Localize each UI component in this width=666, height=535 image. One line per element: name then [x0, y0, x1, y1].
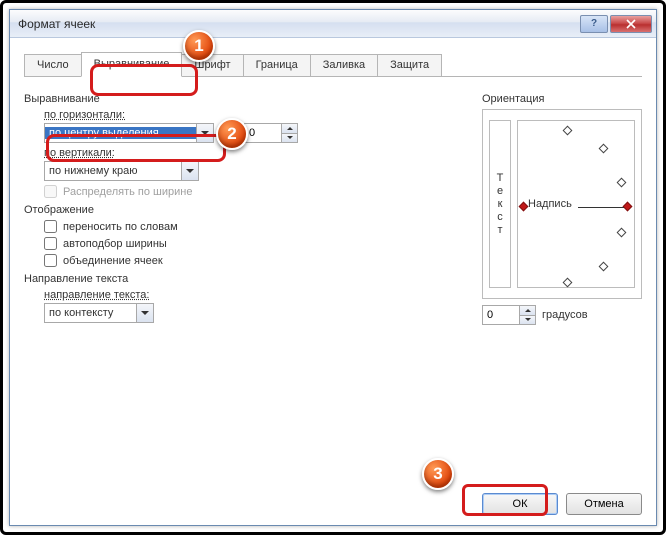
vertical-text-button[interactable]: Текст [489, 120, 511, 288]
vertical-label: по вертикали: [44, 147, 462, 159]
alignment-section-title: Выравнивание [24, 93, 462, 105]
shrink-fit-check[interactable]: автоподбор ширины [44, 237, 462, 250]
horizontal-label: по горизонтали: [44, 109, 462, 121]
close-button[interactable] [610, 15, 652, 33]
cancel-button[interactable]: Отмена [566, 493, 642, 515]
tab-protection[interactable]: Защита [377, 54, 442, 76]
spin-down-icon[interactable] [282, 134, 297, 143]
orientation-label: Надпись [528, 198, 572, 210]
callout-1: 1 [183, 30, 215, 62]
text-direction-combo[interactable]: по контексту [44, 303, 154, 323]
titlebar[interactable]: Формат ячеек ? [10, 10, 656, 38]
degrees-label: градусов [542, 309, 588, 321]
chevron-down-icon[interactable] [181, 162, 198, 180]
orientation-section-title: Ориентация [482, 93, 642, 105]
help-button[interactable]: ? [580, 15, 608, 33]
degrees-input[interactable] [483, 306, 519, 324]
format-cells-dialog: Формат ячеек ? Число Выравнивание Шрифт … [9, 9, 657, 526]
tab-alignment[interactable]: Выравнивание [81, 52, 183, 77]
merge-cells-check[interactable]: объединение ячеек [44, 254, 462, 267]
vertical-align-combo[interactable]: по нижнему краю [44, 161, 199, 181]
orientation-dial[interactable]: Надпись [517, 120, 635, 288]
chevron-down-icon[interactable] [196, 124, 213, 142]
textdir-section-title: Направление текста [24, 273, 462, 285]
spin-up-icon[interactable] [520, 306, 535, 316]
degrees-spinner[interactable] [482, 305, 536, 325]
wrap-text-check[interactable]: переносить по словам [44, 220, 462, 233]
horizontal-align-combo[interactable]: по центру выделения [44, 123, 214, 143]
indent-spinner[interactable] [244, 123, 298, 143]
spin-down-icon[interactable] [520, 316, 535, 325]
dialog-footer: ОК Отмена [10, 483, 656, 525]
spin-up-icon[interactable] [282, 124, 297, 134]
tab-fill[interactable]: Заливка [310, 54, 378, 76]
callout-2: 2 [216, 118, 248, 150]
justify-distributed-check: Распределять по ширине [44, 185, 462, 198]
orientation-control[interactable]: Текст Надпись [482, 109, 642, 299]
textdir-label: направление текста: [44, 289, 462, 301]
indent-input[interactable] [245, 124, 281, 142]
chevron-down-icon[interactable] [136, 304, 153, 322]
tab-bar: Число Выравнивание Шрифт Граница Заливка… [24, 52, 642, 77]
tab-number[interactable]: Число [24, 54, 82, 76]
display-section-title: Отображение [24, 204, 462, 216]
tab-border[interactable]: Граница [243, 54, 311, 76]
ok-button[interactable]: ОК [482, 493, 558, 515]
dialog-title: Формат ячеек [18, 17, 580, 31]
callout-3: 3 [422, 458, 454, 490]
